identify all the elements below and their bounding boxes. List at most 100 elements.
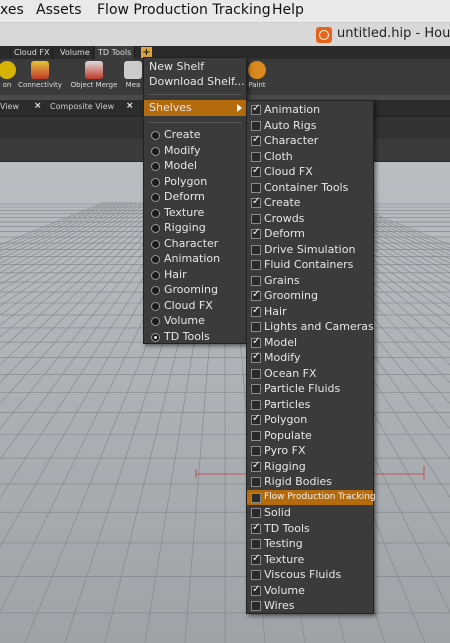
shelf-toggle-item[interactable]: Hair	[247, 303, 373, 320]
shelf-set-item[interactable]: Model	[144, 158, 246, 174]
tool-measure[interactable]: Mea	[124, 61, 142, 89]
shelf-set-item[interactable]: Animation	[144, 251, 246, 267]
shelf-set-item[interactable]: Rigging	[144, 220, 246, 236]
shelf-tab-volume[interactable]: Volume	[57, 46, 94, 59]
checkbox-icon[interactable]	[251, 368, 261, 379]
shelf-toggle-item[interactable]: Particle Fluids	[247, 381, 373, 397]
menu-item-xes[interactable]: xes	[0, 2, 24, 18]
shelf-set-item[interactable]: Hair	[144, 267, 246, 283]
shelf-toggle-item[interactable]: Pyro FX	[247, 443, 373, 459]
checkbox-icon[interactable]	[251, 539, 261, 549]
shelf-tab-cloud-fx[interactable]: Cloud FX	[11, 46, 54, 59]
shelf-toggle-item[interactable]: Rigid Bodies	[247, 474, 373, 490]
shelves-submenu-item[interactable]: Shelves	[144, 100, 246, 116]
checkbox-icon[interactable]	[251, 303, 261, 318]
checkbox-icon[interactable]	[251, 430, 261, 441]
shelf-set-item[interactable]: TD Tools	[144, 329, 246, 345]
shelf-toggle-item[interactable]: Lights and Cameras	[247, 319, 374, 335]
radio-icon[interactable]	[151, 286, 160, 295]
radio-icon[interactable]	[151, 270, 160, 280]
checkbox-icon[interactable]	[251, 399, 261, 410]
radio-icon[interactable]	[151, 146, 160, 156]
menu-item-flow-production-tracking[interactable]: Flow Production Tracking	[97, 2, 271, 18]
checkbox-icon[interactable]	[251, 458, 261, 473]
radio-icon[interactable]	[151, 224, 160, 233]
close-tab-icon[interactable]: ×	[126, 101, 134, 111]
shelf-toggle-item[interactable]: Polygon	[247, 411, 373, 428]
menu-item-assets[interactable]: Assets	[36, 2, 82, 18]
shelf-toggle-item[interactable]: Drive Simulation	[247, 242, 373, 258]
checkbox-icon[interactable]	[251, 260, 261, 270]
shelf-set-item[interactable]: Grooming	[144, 282, 246, 298]
shelf-toggle-item[interactable]: Animation	[247, 101, 373, 118]
shelf-toggle-item[interactable]: Testing	[247, 536, 373, 552]
shelf-set-item[interactable]: Polygon	[144, 174, 246, 190]
shelf-toggle-item[interactable]: Container Tools	[247, 180, 373, 196]
shelf-toggle-item[interactable]: Create	[247, 194, 373, 211]
shelf-toggle-item[interactable]: Ocean FX	[247, 366, 373, 382]
checkbox-icon[interactable]	[251, 213, 261, 224]
shelf-toggle-item[interactable]: Grains	[247, 273, 373, 289]
pane-tab-view[interactable]: View	[0, 102, 19, 111]
checkbox-icon[interactable]	[251, 446, 261, 456]
radio-icon[interactable]	[151, 162, 160, 171]
radio-icon[interactable]	[151, 177, 160, 187]
shelf-set-item[interactable]: Texture	[144, 205, 246, 221]
checkbox-icon[interactable]	[251, 411, 261, 426]
shelf-toggle-item[interactable]: Volume	[247, 582, 373, 599]
shelf-set-item[interactable]: Cloud FX	[144, 298, 246, 314]
shelf-toggle-item[interactable]: Solid	[247, 505, 373, 521]
checkbox-icon[interactable]	[251, 225, 261, 240]
shelf-set-item[interactable]: Character	[144, 236, 246, 252]
shelf-set-item[interactable]: Volume	[144, 313, 246, 329]
checkbox-icon[interactable]	[251, 182, 261, 193]
menu-item-help[interactable]: Help	[272, 2, 304, 18]
shelf-toggle-item[interactable]: TD Tools	[247, 520, 373, 537]
shelf-toggle-item[interactable]: Character	[247, 132, 373, 149]
checkbox-icon[interactable]	[251, 601, 261, 611]
download-shelf-item[interactable]: Download Shelf...	[144, 74, 246, 90]
shelf-toggle-item[interactable]: Viscous Fluids	[247, 567, 373, 583]
checkbox-icon[interactable]	[251, 287, 261, 302]
shelf-toggle-item[interactable]: Cloud FX	[247, 163, 373, 180]
checkbox-icon[interactable]	[251, 582, 261, 597]
shelf-set-item[interactable]: Create	[144, 127, 246, 143]
checkbox-icon[interactable]	[251, 508, 261, 518]
checkbox-icon[interactable]	[251, 120, 261, 131]
shelf-toggle-item[interactable]: Crowds	[247, 211, 373, 227]
new-shelf-item[interactable]: New Shelf	[144, 59, 246, 75]
radio-icon[interactable]	[151, 208, 160, 218]
tool-connectivity[interactable]: Connectivity	[16, 61, 64, 89]
checkbox-icon[interactable]	[251, 492, 261, 503]
checkbox-icon[interactable]	[251, 334, 261, 349]
radio-icon[interactable]	[151, 301, 160, 311]
checkbox-icon[interactable]	[251, 132, 261, 147]
shelf-toggle-item[interactable]: Modify	[247, 349, 373, 366]
shelf-set-item[interactable]: Modify	[144, 143, 246, 159]
shelf-toggle-item[interactable]: Fluid Containers	[247, 257, 373, 273]
shelf-toggle-item[interactable]: Deform	[247, 225, 373, 242]
checkbox-icon[interactable]	[251, 349, 261, 364]
checkbox-icon[interactable]	[251, 551, 261, 566]
shelf-toggle-item[interactable]: Texture	[247, 551, 373, 568]
pane-tab-composite-view[interactable]: Composite View	[50, 102, 114, 111]
shelf-toggle-item[interactable]: Cloth	[247, 149, 373, 165]
checkbox-icon[interactable]	[251, 151, 261, 162]
radio-icon[interactable]	[151, 317, 160, 326]
checkbox-icon[interactable]	[251, 101, 261, 116]
shelf-toggle-item[interactable]: Flow Production Tracking	[247, 489, 376, 505]
shelf-toggle-item[interactable]: Grooming	[247, 287, 373, 304]
shelf-toggle-item[interactable]: Particles	[247, 397, 373, 413]
checkbox-icon[interactable]	[251, 275, 261, 286]
shelf-toggle-item[interactable]: Auto Rigs	[247, 118, 373, 134]
checkbox-icon[interactable]	[251, 194, 261, 209]
checkbox-icon[interactable]	[251, 322, 261, 332]
checkbox-icon[interactable]	[251, 520, 261, 535]
radio-icon[interactable]	[151, 332, 160, 342]
shelf-tab-partial[interactable]	[0, 46, 11, 59]
close-tab-icon[interactable]: ×	[34, 101, 42, 111]
tool-paint[interactable]: Paint	[245, 61, 269, 89]
checkbox-icon[interactable]	[251, 244, 261, 255]
checkbox-icon[interactable]	[251, 384, 261, 394]
shelf-toggle-item[interactable]: Populate	[247, 428, 373, 444]
